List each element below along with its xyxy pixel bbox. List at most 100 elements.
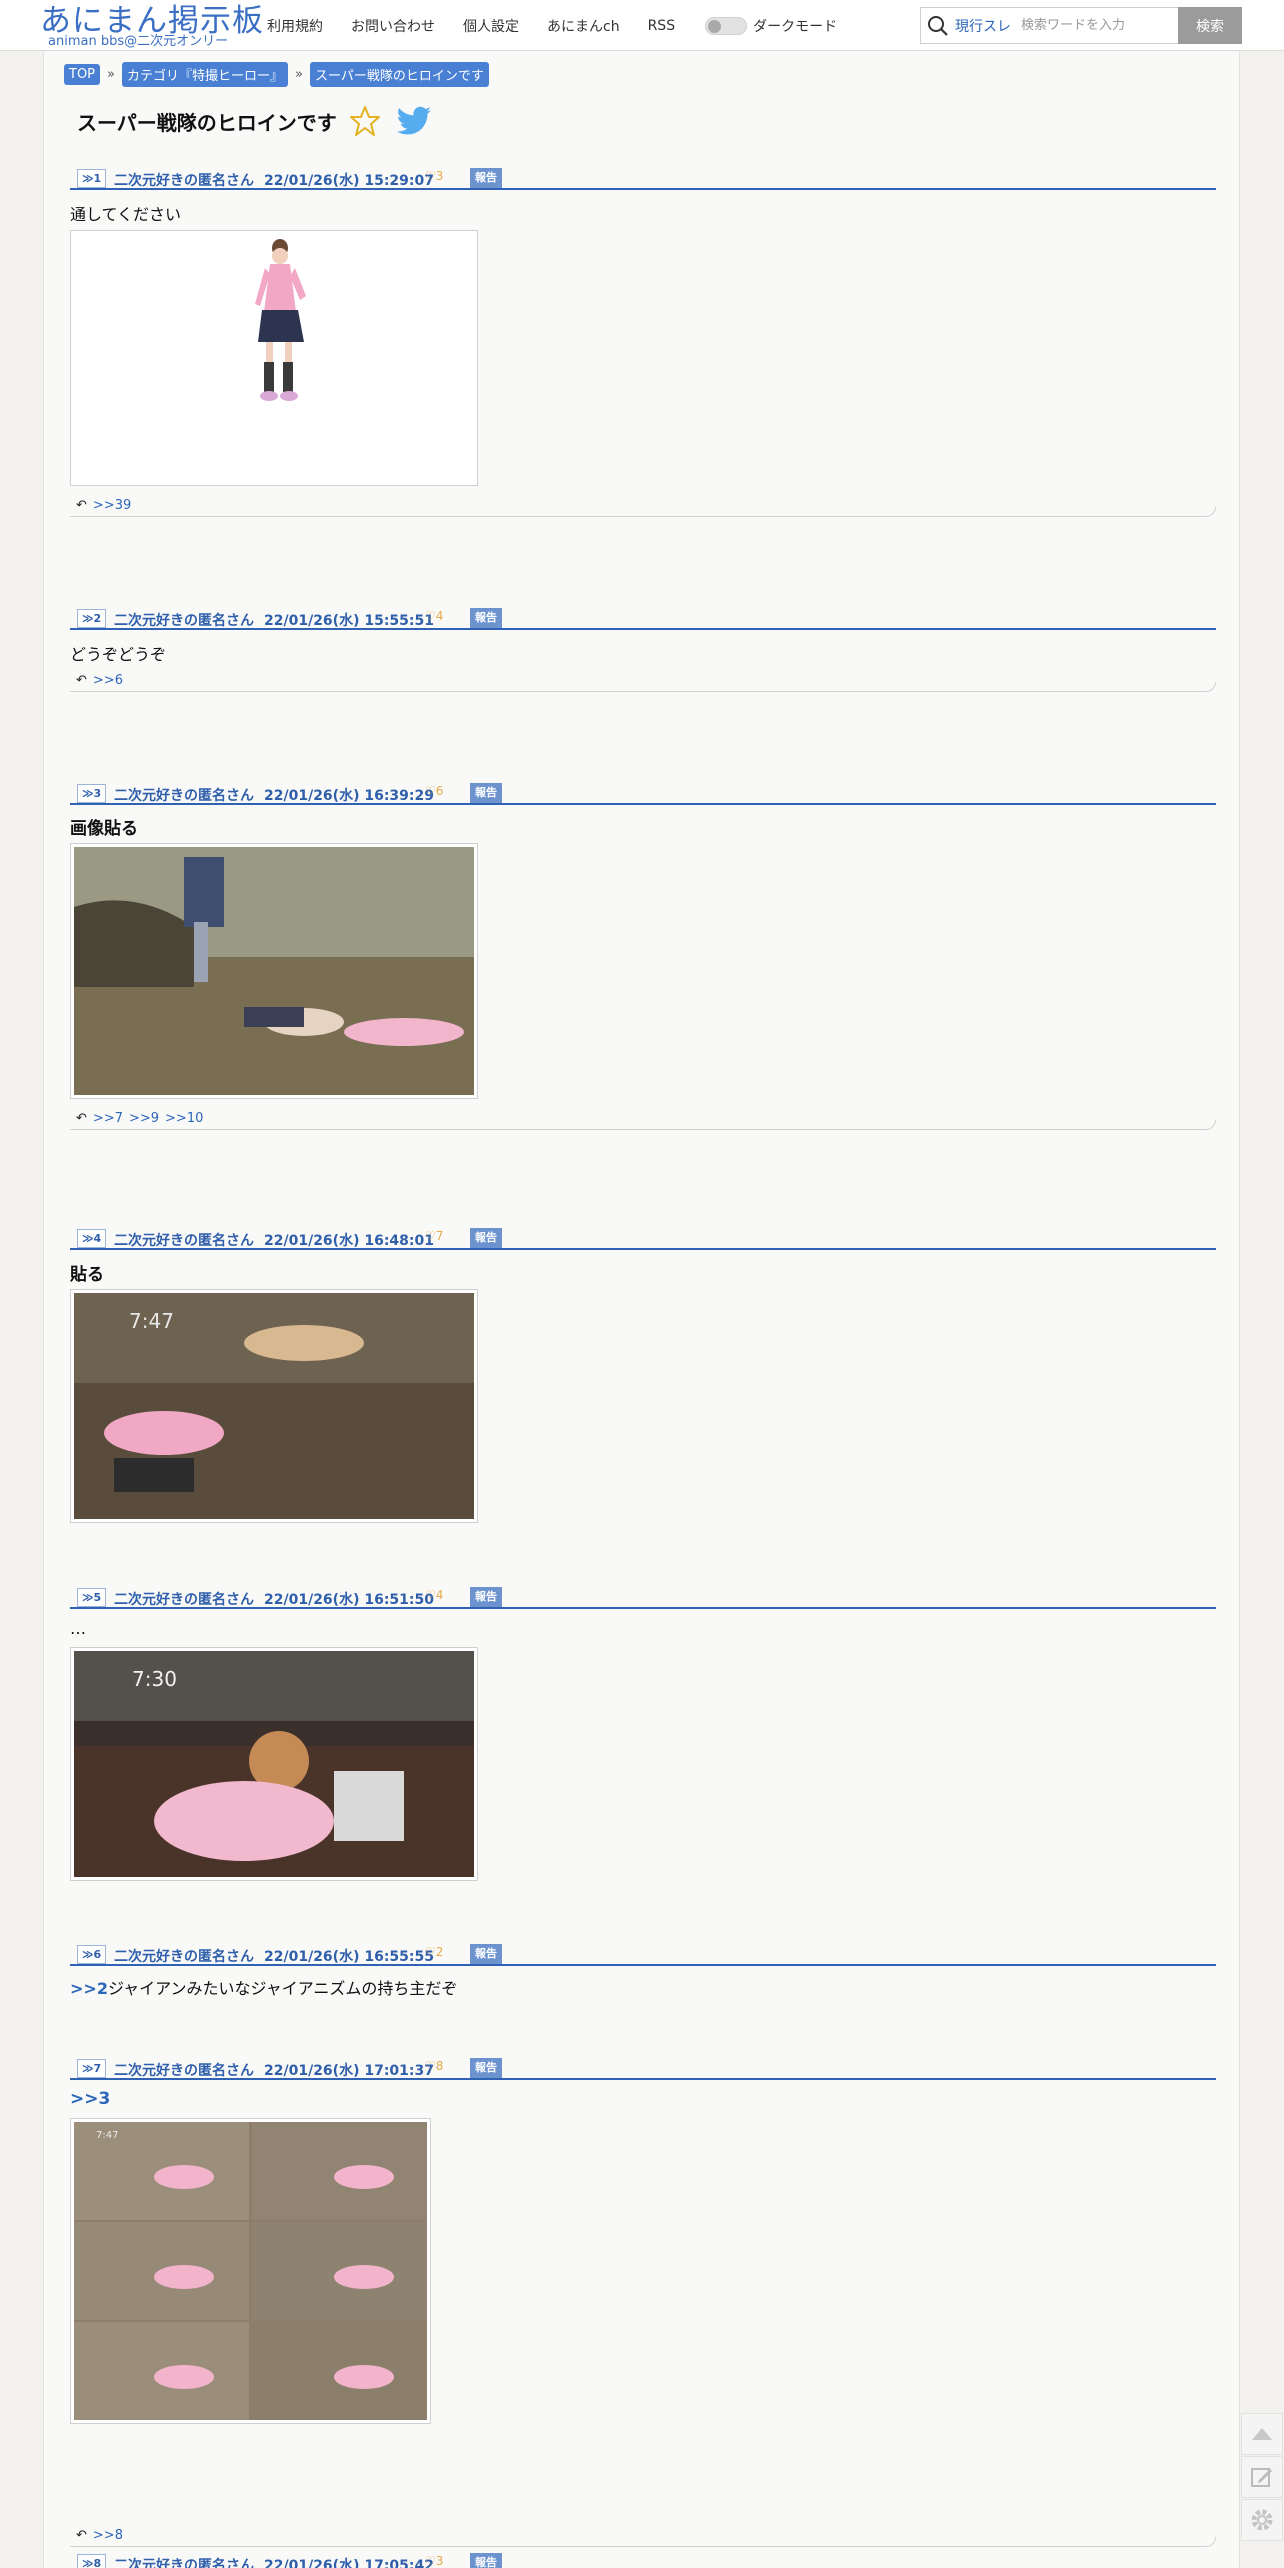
anchor-link[interactable]: >>3 bbox=[70, 2089, 110, 2109]
report-button[interactable]: 報告 bbox=[470, 2058, 502, 2078]
post-header: ≫3 二次元好きの匿名さん 22/01/26(水) 16:39:29 ♡ 6 報告 bbox=[70, 781, 1216, 805]
like-button[interactable]: ♡ 4 bbox=[425, 609, 443, 623]
anchor-link[interactable]: >>2 bbox=[70, 1979, 108, 1998]
write-post-button[interactable] bbox=[1241, 2456, 1283, 2498]
logo-subtitle: animan bbs@二次元オンリー bbox=[48, 34, 229, 49]
search-button[interactable]: 検索 bbox=[1178, 7, 1242, 44]
report-button[interactable]: 報告 bbox=[470, 1587, 502, 1607]
search-scope-label[interactable]: 現行スレ bbox=[955, 16, 1011, 36]
breadcrumb-separator: » bbox=[107, 67, 115, 82]
poster-name: 二次元好きの匿名さん bbox=[114, 1949, 254, 1965]
heart-icon: ♡ bbox=[425, 2554, 436, 2568]
post-divider bbox=[70, 2537, 1216, 2547]
post-number[interactable]: ≫6 bbox=[77, 1945, 107, 1964]
edit-icon bbox=[1251, 2468, 1272, 2487]
nav-rss[interactable]: RSS bbox=[648, 18, 676, 34]
settings-button[interactable] bbox=[1241, 2499, 1283, 2541]
post-image[interactable]: 7:47 bbox=[70, 1289, 478, 1523]
post-header: ≫5 二次元好きの匿名さん 22/01/26(水) 16:51:50 ♡ 4 報告 bbox=[70, 1585, 1216, 1609]
post-image[interactable]: 7:30 bbox=[70, 1647, 478, 1881]
report-button[interactable]: 報告 bbox=[470, 1228, 502, 1248]
post-number-value: 6 bbox=[93, 1948, 102, 1961]
scroll-top-button[interactable] bbox=[1241, 2413, 1283, 2455]
image-timestamp: 7:30 bbox=[132, 1667, 177, 1691]
breadcrumb-top[interactable]: TOP bbox=[64, 64, 101, 85]
post-number[interactable]: ≫4 bbox=[77, 1229, 107, 1248]
like-button[interactable]: ♡ 4 bbox=[425, 1588, 443, 1602]
favorite-star-icon[interactable] bbox=[349, 105, 381, 137]
post-divider bbox=[70, 682, 1216, 692]
search-input[interactable] bbox=[1021, 10, 1171, 41]
main-content: TOP » カテゴリ『特撮ヒーロー』 » スーパー戦隊のヒロインです スーパー戦… bbox=[43, 51, 1240, 2568]
poster-name: 二次元好きの匿名さん bbox=[114, 2063, 254, 2079]
dark-mode-toggle[interactable]: ダークモード bbox=[705, 16, 837, 36]
like-button[interactable]: ♡ 3 bbox=[425, 169, 443, 183]
report-button[interactable]: 報告 bbox=[470, 608, 502, 628]
post: ≫6 二次元好きの匿名さん 22/01/26(水) 16:55:55 ♡ 2 報告… bbox=[70, 1942, 1216, 1998]
post-number[interactable]: ≫2 bbox=[77, 609, 107, 628]
post: ≫1 二次元好きの匿名さん 22/01/26(水) 15:29:07 ♡ 3 報告… bbox=[70, 166, 1216, 517]
post-header: ≫4 二次元好きの匿名さん 22/01/26(水) 16:48:01 ♡ 7 報告 bbox=[70, 1226, 1216, 1250]
heart-icon: ♡ bbox=[425, 1229, 436, 1243]
post-number[interactable]: ≫3 bbox=[77, 784, 107, 803]
post-header: ≫1 二次元好きの匿名さん 22/01/26(水) 15:29:07 ♡ 3 報告 bbox=[70, 166, 1216, 190]
post-number[interactable]: ≫1 bbox=[77, 169, 107, 188]
nav-settings[interactable]: 個人設定 bbox=[463, 16, 519, 36]
report-button[interactable]: 報告 bbox=[470, 2553, 502, 2568]
post-number[interactable]: ≫7 bbox=[77, 2059, 107, 2078]
twitter-icon[interactable] bbox=[396, 106, 433, 138]
post-date: 22/01/26(水) 17:01:37 bbox=[264, 2063, 434, 2079]
post: ≫5 二次元好きの匿名さん 22/01/26(水) 16:51:50 ♡ 4 報告… bbox=[70, 1585, 1216, 1881]
post-header: ≫2 二次元好きの匿名さん 22/01/26(水) 15:55:51 ♡ 4 報告 bbox=[70, 606, 1216, 630]
like-button[interactable]: ♡ 7 bbox=[425, 1229, 443, 1243]
post-number-value: 8 bbox=[93, 2557, 102, 2568]
arrow-up-icon bbox=[1252, 2428, 1272, 2440]
page-title: スーパー戦隊のヒロインです bbox=[77, 111, 337, 135]
post-date: 22/01/26(水) 16:55:55 bbox=[264, 1949, 434, 1965]
post-divider bbox=[70, 507, 1216, 517]
post-number[interactable]: ≫5 bbox=[77, 1588, 107, 1607]
post-image[interactable]: 7:47 bbox=[70, 2118, 431, 2424]
like-button[interactable]: ♡ 3 bbox=[425, 2554, 443, 2568]
report-button[interactable]: 報告 bbox=[470, 783, 502, 803]
post-body: どうぞどうぞ bbox=[70, 645, 167, 664]
toggle-switch[interactable] bbox=[705, 16, 748, 35]
breadcrumb-thread[interactable]: スーパー戦隊のヒロインです bbox=[309, 62, 489, 87]
like-button[interactable]: ♡ 2 bbox=[425, 1945, 443, 1959]
post-date: 22/01/26(水) 16:48:01 bbox=[264, 1233, 434, 1249]
nav-animanch[interactable]: あにまんch bbox=[547, 16, 620, 36]
like-button[interactable]: ♡ 8 bbox=[425, 2059, 443, 2073]
nav-contact[interactable]: お問い合わせ bbox=[351, 16, 435, 36]
post-body: >>3 bbox=[70, 2089, 110, 2109]
post-date: 22/01/26(水) 17:05:42 bbox=[264, 2558, 434, 2568]
image-timestamp: 7:47 bbox=[129, 1309, 174, 1333]
post-body: >>2ジャイアンみたいなジャイアニズムの持ち主だぞ bbox=[70, 1975, 457, 1999]
post-body: 通してください bbox=[70, 205, 182, 224]
like-count: 2 bbox=[435, 1945, 444, 1959]
post-date: 22/01/26(水) 15:29:07 bbox=[264, 173, 434, 189]
heart-icon: ♡ bbox=[425, 1588, 436, 1602]
post-number-value: 7 bbox=[93, 2062, 102, 2075]
nav-terms[interactable]: 利用規約 bbox=[267, 16, 323, 36]
post: ≫8 二次元好きの匿名さん 22/01/26(水) 17:05:42 ♡ 3 報告 bbox=[70, 2551, 1216, 2568]
post-image[interactable] bbox=[70, 230, 478, 486]
like-count: 7 bbox=[435, 1229, 444, 1243]
heart-icon: ♡ bbox=[425, 2059, 436, 2073]
breadcrumb-category[interactable]: カテゴリ『特撮ヒーロー』 bbox=[121, 62, 288, 87]
report-button[interactable]: 報告 bbox=[470, 168, 502, 188]
toggle-knob bbox=[708, 19, 722, 33]
like-button[interactable]: ♡ 6 bbox=[425, 784, 443, 798]
post-number[interactable]: ≫8 bbox=[77, 2554, 107, 2568]
poster-name: 二次元好きの匿名さん bbox=[114, 788, 254, 804]
post: ≫2 二次元好きの匿名さん 22/01/26(水) 15:55:51 ♡ 4 報告… bbox=[70, 606, 1216, 692]
site-logo[interactable]: あにまん掲示板 animan bbs@二次元オンリー bbox=[40, 2, 263, 50]
post: ≫4 二次元好きの匿名さん 22/01/26(水) 16:48:01 ♡ 7 報告… bbox=[70, 1226, 1216, 1523]
heart-icon: ♡ bbox=[425, 1945, 436, 1959]
heart-icon: ♡ bbox=[425, 169, 436, 183]
like-count: 8 bbox=[435, 2059, 444, 2073]
post-image[interactable] bbox=[70, 843, 478, 1099]
post-text: ジャイアンみたいなジャイアニズムの持ち主だぞ bbox=[107, 1979, 458, 1998]
report-button[interactable]: 報告 bbox=[470, 1944, 502, 1964]
post-date: 22/01/26(水) 15:55:51 bbox=[264, 613, 434, 629]
poster-name: 二次元好きの匿名さん bbox=[114, 173, 254, 189]
